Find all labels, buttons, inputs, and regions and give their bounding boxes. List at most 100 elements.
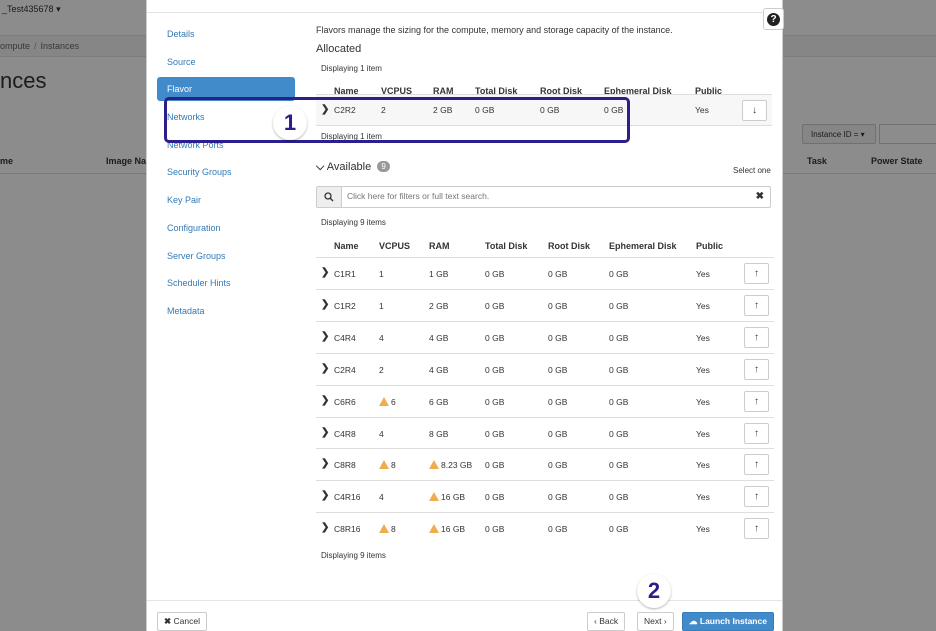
table-row[interactable]: ❯ C4R16 4 16 GB 0 GB 0 GB 0 GB Yes ↑ bbox=[316, 480, 774, 512]
cell-name: C6R6 bbox=[334, 396, 356, 407]
cell-vcpus: 6 bbox=[379, 396, 396, 407]
cell-ram: 4 GB bbox=[429, 332, 449, 343]
deallocate-button[interactable]: ↓ bbox=[742, 100, 767, 121]
cell-total-disk: 0 GB bbox=[485, 269, 505, 279]
cell-ephemeral-disk: 0 GB bbox=[609, 428, 629, 439]
cell-ephemeral-disk: 0 GB bbox=[609, 364, 629, 375]
cell-ephemeral-disk: 0 GB bbox=[609, 492, 629, 503]
chevron-right-icon[interactable]: ❯ bbox=[321, 267, 329, 278]
cell-ephemeral-disk: 0 GB bbox=[609, 396, 629, 407]
allocate-button[interactable]: ↑ bbox=[744, 390, 769, 412]
chevron-left-icon: ‹ bbox=[594, 616, 597, 626]
clear-search-icon[interactable]: ✖ bbox=[756, 191, 764, 202]
cell-root-disk: 0 GB bbox=[548, 300, 568, 311]
table-row[interactable]: ❯ C8R16 8 16 GB 0 GB 0 GB 0 GB Yes ↑ bbox=[316, 512, 774, 544]
help-button[interactable]: ? bbox=[763, 8, 784, 30]
launch-instance-button[interactable]: ☁ Launch Instance bbox=[682, 612, 774, 631]
cell-public: Yes bbox=[696, 492, 710, 503]
cell-name: C8R16 bbox=[334, 524, 361, 535]
nav-source[interactable]: Source bbox=[157, 50, 295, 74]
cell-name: C1R1 bbox=[334, 269, 356, 279]
nav-details[interactable]: Details bbox=[157, 22, 295, 46]
cell-root-disk: 0 GB bbox=[548, 460, 568, 471]
allocate-button[interactable]: ↑ bbox=[744, 454, 769, 476]
warning-icon bbox=[429, 460, 439, 470]
allocate-button[interactable]: ↑ bbox=[744, 326, 769, 348]
allocated-title: Allocated bbox=[316, 43, 362, 55]
cell-ram: 16 GB bbox=[429, 524, 465, 534]
cell-total-disk: 0 GB bbox=[485, 524, 505, 535]
allocate-button[interactable]: ↑ bbox=[744, 294, 769, 316]
allocate-button[interactable]: ↑ bbox=[744, 518, 769, 540]
chevron-down-icon: ⌵ bbox=[316, 161, 325, 173]
arrow-up-icon: ↑ bbox=[754, 299, 759, 311]
nav-security-groups[interactable]: Security Groups bbox=[157, 160, 295, 184]
chevron-right-icon[interactable]: ❯ bbox=[321, 299, 329, 310]
allocate-button[interactable]: ↑ bbox=[744, 263, 769, 284]
chevron-right-icon[interactable]: ❯ bbox=[321, 395, 329, 406]
warning-icon bbox=[379, 396, 389, 406]
allocate-button[interactable]: ↑ bbox=[744, 422, 769, 444]
table-row[interactable]: ❯ C1R1 1 1 GB 0 GB 0 GB 0 GB Yes ↑ bbox=[316, 257, 774, 289]
arrow-up-icon: ↑ bbox=[754, 363, 759, 375]
nav-metadata[interactable]: Metadata bbox=[157, 299, 295, 323]
cell-root-disk: 0 GB bbox=[548, 524, 568, 535]
cell-root-disk: 0 GB bbox=[540, 105, 560, 115]
nav-flavor[interactable]: Flavor bbox=[157, 77, 295, 102]
chevron-right-icon[interactable]: ❯ bbox=[321, 427, 329, 438]
cell-public: Yes bbox=[696, 460, 710, 471]
table-row[interactable]: ❯ C1R2 1 2 GB 0 GB 0 GB 0 GB Yes ↑ bbox=[316, 288, 774, 321]
nav-key-pair[interactable]: Key Pair bbox=[157, 188, 295, 212]
cell-ram: 16 GB bbox=[429, 492, 465, 502]
cell-name: C4R16 bbox=[334, 492, 361, 503]
chevron-right-icon[interactable]: ❯ bbox=[321, 363, 329, 374]
search-bar[interactable]: ✖ bbox=[316, 186, 771, 208]
nav-scheduler-hints[interactable]: Scheduler Hints bbox=[157, 271, 295, 295]
cell-root-disk: 0 GB bbox=[548, 428, 568, 439]
cell-total-disk: 0 GB bbox=[485, 332, 505, 343]
avail-header-total-disk[interactable]: Total Disk bbox=[485, 241, 527, 251]
nav-configuration[interactable]: Configuration bbox=[157, 216, 295, 240]
cancel-button[interactable]: ✖ Cancel bbox=[157, 612, 207, 631]
avail-header-ram[interactable]: RAM bbox=[429, 241, 450, 251]
chevron-right-icon[interactable]: ❯ bbox=[321, 458, 329, 469]
table-row[interactable]: ❯ C4R8 4 8 GB 0 GB 0 GB 0 GB Yes ↑ bbox=[316, 416, 774, 449]
chevron-right-icon: › bbox=[663, 616, 667, 626]
warning-icon bbox=[379, 524, 389, 534]
cell-ephemeral-disk: 0 GB bbox=[604, 105, 624, 115]
cell-vcpus: 2 bbox=[379, 364, 384, 375]
chevron-right-icon[interactable]: ❯ bbox=[321, 104, 329, 115]
question-icon: ? bbox=[767, 12, 780, 26]
table-row[interactable]: ❯ C2R4 2 4 GB 0 GB 0 GB 0 GB Yes ↑ bbox=[316, 352, 774, 385]
cell-public: Yes bbox=[696, 428, 710, 439]
avail-header-name[interactable]: Name bbox=[334, 241, 359, 251]
search-input[interactable] bbox=[347, 191, 747, 201]
available-toggle[interactable]: ⌵ Available 9 bbox=[316, 161, 390, 174]
arrow-up-icon: ↑ bbox=[754, 491, 759, 503]
cell-ram: 1 GB bbox=[429, 269, 449, 279]
arrow-up-icon: ↑ bbox=[754, 268, 759, 279]
avail-header-public[interactable]: Public bbox=[696, 241, 723, 251]
chevron-right-icon[interactable]: ❯ bbox=[321, 490, 329, 501]
table-row[interactable]: ❯ C8R8 8 8.23 GB 0 GB 0 GB 0 GB Yes ↑ bbox=[316, 448, 774, 480]
chevron-right-icon[interactable]: ❯ bbox=[321, 522, 329, 533]
table-row[interactable]: ❯ C4R4 4 4 GB 0 GB 0 GB 0 GB Yes ↑ bbox=[316, 320, 774, 353]
arrow-up-icon: ↑ bbox=[754, 331, 759, 343]
avail-header-root-disk[interactable]: Root Disk bbox=[548, 241, 590, 251]
nav-server-groups[interactable]: Server Groups bbox=[157, 244, 295, 268]
avail-header-vcpus[interactable]: VCPUS bbox=[379, 241, 410, 251]
cell-total-disk: 0 GB bbox=[485, 396, 505, 407]
allocate-button[interactable]: ↑ bbox=[744, 486, 769, 508]
cell-public: Yes bbox=[696, 332, 710, 343]
table-row[interactable]: ❯ C6R6 6 6 GB 0 GB 0 GB 0 GB Yes ↑ bbox=[316, 384, 774, 417]
nav-network-ports[interactable]: Network Ports bbox=[157, 133, 295, 157]
cell-name: C8R8 bbox=[334, 460, 356, 471]
avail-header-ephemeral-disk[interactable]: Ephemeral Disk bbox=[609, 241, 677, 251]
allocate-button[interactable]: ↑ bbox=[744, 358, 769, 380]
back-button[interactable]: ‹ Back bbox=[587, 612, 626, 631]
chevron-right-icon[interactable]: ❯ bbox=[321, 331, 329, 342]
next-button[interactable]: Next › bbox=[637, 612, 674, 631]
available-count-badge: 9 bbox=[377, 161, 390, 172]
available-count-bottom: Displaying 9 items bbox=[321, 551, 386, 560]
allocated-row[interactable]: ❯ C2R2 2 2 GB 0 GB 0 GB 0 GB Yes ↓ bbox=[316, 94, 772, 126]
